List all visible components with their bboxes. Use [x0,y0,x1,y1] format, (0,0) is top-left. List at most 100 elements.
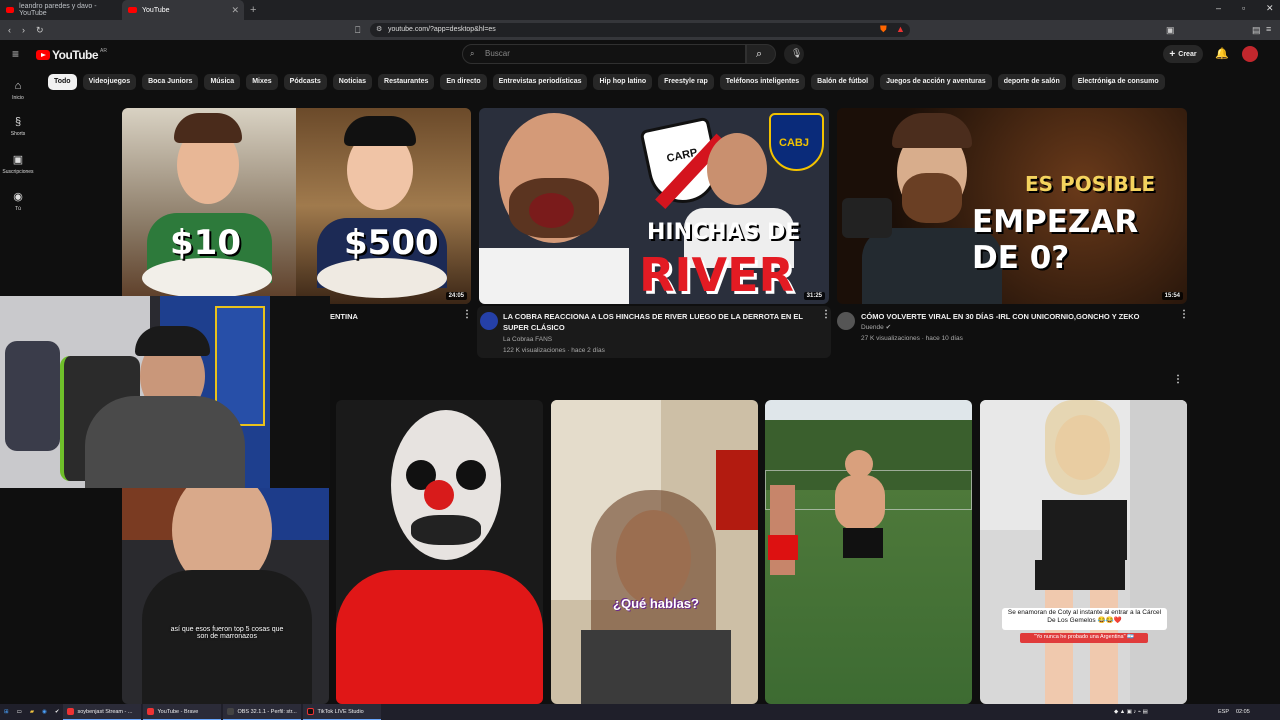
brave-shield-icon[interactable]: ⛊ [880,24,887,35]
chip-13[interactable]: Balón de fútbol [811,74,875,90]
tray-icons[interactable]: ◆ ▲ ▣ ♪ ⌁ ▤ [1110,704,1152,720]
taskbar-pinned-icon[interactable]: ▭ [13,704,26,720]
chevron-right-icon[interactable]: › [1108,75,1112,89]
chip-6[interactable]: Noticias [332,74,373,90]
taskbar-app-1[interactable]: soybenjast Stream - ... [63,704,142,720]
chip-8[interactable]: En directo [440,74,487,90]
new-tab-icon[interactable]: + [250,4,256,16]
chip-2[interactable]: Boca Juniors [142,74,199,90]
chip-14[interactable]: Juegos de acción y aventuras [880,74,992,90]
start-icon[interactable]: ⊞ [0,704,13,720]
chip-5[interactable]: Pódcasts [283,74,327,90]
chip-7[interactable]: Restaurantes [378,74,435,90]
maximize-icon[interactable]: ▫ [1242,3,1245,13]
search-button[interactable]: ⌕ [746,44,776,64]
short-card-2[interactable] [336,400,543,704]
taskbar-app-3[interactable]: OBS 32.1.1 - Perfil: str... [223,704,302,720]
channel-name[interactable]: La Cobraa FANS [503,334,552,345]
back-icon[interactable]: ‹ [8,25,11,35]
sidebar-item-label: Suscripciones [2,169,34,175]
more-options-icon[interactable]: ⋮ [821,309,831,320]
extensions-icon[interactable]: ▣ [1166,25,1175,36]
short-card-4[interactable] [765,400,972,704]
search-icon: ⌕ [756,48,763,60]
taskbar-app-2[interactable]: YouTube - Brave [143,704,222,720]
forward-icon[interactable]: › [22,25,25,35]
chip-11[interactable]: Freestyle rap [658,74,714,90]
tiktok-icon [307,708,315,715]
tab-title: leandro paredes y davo - YouTube [19,3,97,17]
short-card-3[interactable]: ¿Qué hablas? [551,400,758,704]
person-head [845,450,873,478]
taskbar-app-label: YouTube - Brave [157,708,199,715]
notifications-bell-icon[interactable]: 🔔 [1215,47,1229,60]
sidebar-item-home[interactable]: ⌂ Inicio [0,80,36,101]
sidebar-item-label: Tú [15,206,21,212]
home-icon: ⌂ [14,80,22,92]
person-top [1042,500,1127,560]
url-bar[interactable]: youtube.com/?app=desktop&hl=es [370,23,910,37]
sidebar-item-shorts[interactable]: § Shorts [0,116,36,137]
fireplace [716,450,758,530]
minimize-icon[interactable]: – [1216,3,1221,13]
chip-9[interactable]: Entrevistas periodísticas [492,74,588,90]
channel-avatar[interactable] [480,312,498,330]
chip-3[interactable]: Música [204,74,241,90]
more-options-icon[interactable]: ⋮ [462,309,472,320]
reload-icon[interactable]: ↻ [36,25,44,36]
sidebar-item-you[interactable]: ◉ Tú [0,190,36,212]
video-title[interactable]: LA COBRA REACCIONA A LOS HINCHAS DE RIVE… [503,311,803,333]
sidebar-item-subscriptions[interactable]: ▣ Suscripciones [0,153,36,175]
search-input[interactable]: Buscar [462,44,746,64]
dark-corner [270,296,330,488]
video-title[interactable]: CÓMO VOLVERTE VIRAL EN 30 DÍAS -IRL CON … [861,311,1171,322]
channel-row[interactable]: Duende ✔ [861,322,891,333]
create-button[interactable]: + Crear [1163,45,1203,63]
taskbar-app-4[interactable]: TikTok LIVE Studio [303,704,382,720]
video-thumbnail-2[interactable]: CARP CABJ HINCHAS DE RIVER 31:25 [479,108,829,304]
chip-1[interactable]: Videojuegos [82,74,137,90]
chip-0[interactable]: Todo [48,74,77,90]
channel-avatar[interactable] [837,312,855,330]
category-chips: Todo Videojuegos Boca Juniors Música Mixes Pó… [48,74,1165,90]
bookmark-icon[interactable]: ⎕ [355,25,360,36]
wallet-icon[interactable]: ▤ [1252,25,1261,36]
chip-10[interactable]: Hip hop latino [593,74,653,90]
video-title[interactable]: ENTINA [330,311,460,322]
chip-12[interactable]: Teléfonos inteligentes [719,74,806,90]
hamburger-menu-icon[interactable]: ≡ [12,47,19,61]
brave-rewards-icon[interactable]: ▲ [896,24,905,34]
chip-16[interactable]: Electrónica de consumo [1071,74,1165,90]
video-thumbnail-3[interactable]: ES POSIBLE EMPEZAR DE 0? 15:54 [837,108,1187,304]
close-tab-icon[interactable]: ✕ [231,5,239,16]
more-options-icon[interactable]: ⋮ [1179,309,1189,320]
person-hair [1045,400,1120,495]
youtube-logo[interactable]: YouTube AR [36,48,107,62]
duration-badge: 31:25 [803,292,825,300]
taskbar-app-label: TikTok LIVE Studio [317,708,364,715]
second-person-shorts [768,535,798,560]
browser-tab-2[interactable]: YouTube ✕ [122,0,244,20]
shorts-icon: § [14,116,22,128]
short-card-5[interactable]: Se enamoran de Coty al instante al entra… [980,400,1187,704]
clown-costume [336,570,543,704]
taskbar-pinned-icon[interactable]: ◉ [38,704,51,720]
chip-4[interactable]: Mixes [246,74,278,90]
language-indicator[interactable]: ESP [1214,704,1233,720]
avatar[interactable] [1242,46,1258,62]
duration-badge: 15:54 [1161,292,1183,300]
site-info-icon[interactable]: ⚙ [376,25,382,33]
browser-tab-1[interactable]: leandro paredes y davo - YouTube [0,0,122,20]
sidebar-item-label: Inicio [12,95,24,101]
logo-text: YouTube [52,48,99,62]
taskbar-pinned-icon[interactable]: ▰ [26,704,38,720]
voice-search-button[interactable]: 🎙 [784,44,804,64]
chip-15[interactable]: deporte de salón [997,74,1066,90]
shorts-shelf-options-icon[interactable]: ⋮ [1173,374,1183,385]
menu-icon[interactable]: ≡ [1266,24,1271,34]
clock[interactable]: 02:05 [1232,704,1254,720]
video-thumbnail-1[interactable]: $10 $500 24:05 [122,108,471,304]
close-window-icon[interactable]: ✕ [1266,3,1274,14]
mic-icon: 🎙 [791,48,803,58]
taskbar-pinned-icon[interactable]: ✔ [51,704,64,720]
